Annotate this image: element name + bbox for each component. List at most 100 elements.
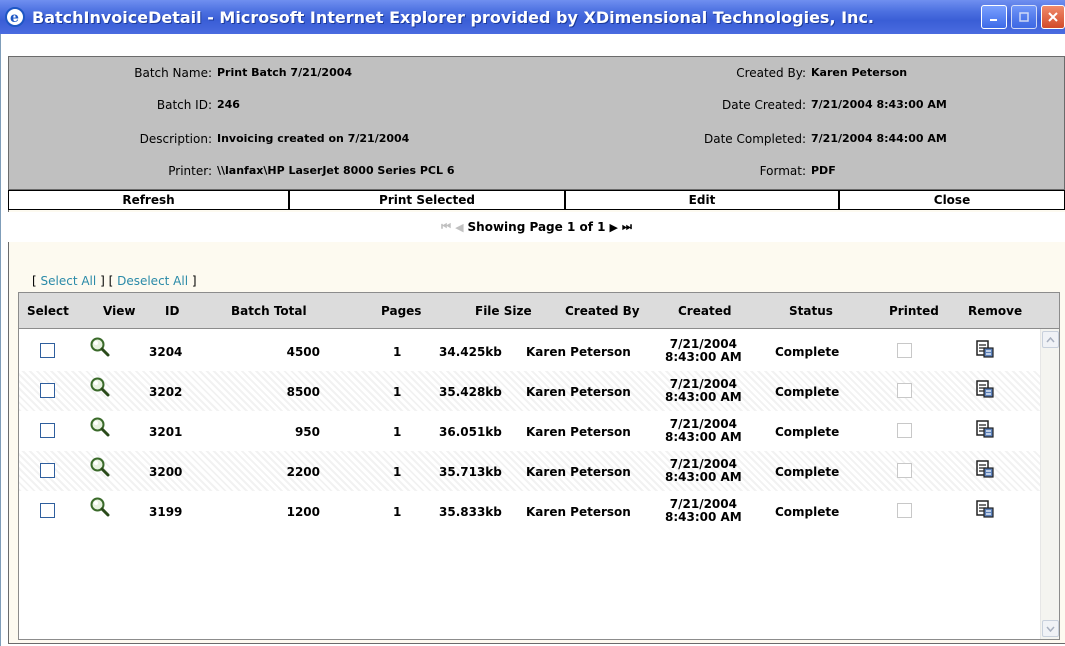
view-magnifier-icon <box>90 497 110 517</box>
row-id: 3199 <box>149 505 183 519</box>
close-window-button[interactable] <box>1041 5 1065 29</box>
column-header-id: ID <box>165 304 180 318</box>
bracket: ] <box>191 274 197 288</box>
row-id: 3201 <box>149 425 183 439</box>
table-row: 3200 2200 1 35.713kb Karen Peterson 7/21/2004… <box>19 451 1041 491</box>
magnifier-icon[interactable] <box>89 376 111 401</box>
select-checkbox[interactable] <box>40 503 55 518</box>
row-id: 3202 <box>149 385 183 399</box>
edit-button[interactable]: Edit <box>566 191 840 209</box>
date-created-label: Date Created: <box>721 98 806 112</box>
select-checkbox[interactable] <box>40 463 55 478</box>
remove-document-icon <box>976 340 994 358</box>
next-page-icon[interactable]: ▶ <box>609 221 617 234</box>
scroll-down-button[interactable] <box>1042 620 1059 637</box>
magnifier-icon[interactable] <box>89 336 111 361</box>
batch-name-label: Batch Name: <box>134 66 212 80</box>
description-label: Description: <box>139 132 212 146</box>
chevron-up-icon <box>1046 336 1055 342</box>
column-header-file-size: File Size <box>475 304 532 318</box>
print-selected-button[interactable]: Print Selected <box>290 191 566 209</box>
refresh-button[interactable]: Refresh <box>9 191 290 209</box>
row-created: 7/21/2004 8:43:00 AM <box>665 338 742 364</box>
minimize-button[interactable] <box>981 5 1007 29</box>
printed-checkbox <box>897 423 912 438</box>
row-status: Complete <box>775 345 840 359</box>
created-by-value: Karen Peterson <box>811 66 908 79</box>
close-button[interactable]: Close <box>840 191 1064 209</box>
magnifier-icon[interactable] <box>89 416 111 441</box>
row-created-by: Karen Peterson <box>526 385 631 399</box>
select-checkbox[interactable] <box>40 343 55 358</box>
remove-button[interactable] <box>975 459 995 482</box>
printer-label: Printer: <box>168 164 212 178</box>
remove-button[interactable] <box>975 419 995 442</box>
column-header-select: Select <box>27 304 69 318</box>
column-header-pages: Pages <box>381 304 422 318</box>
action-bar: Refresh Print Selected Edit Close <box>8 190 1065 210</box>
row-batch-total: 8500 <box>286 385 320 399</box>
grid-body: 3204 4500 1 34.425kb Karen Peterson 7/21/2004… <box>19 329 1041 639</box>
first-page-icon[interactable]: ⏮ <box>441 220 451 234</box>
view-magnifier-icon <box>90 377 110 397</box>
date-completed-value: 7/21/2004 8:44:00 AM <box>811 132 947 145</box>
printed-checkbox <box>897 503 912 518</box>
remove-button[interactable] <box>975 339 995 362</box>
row-created-time: 8:43:00 AM <box>665 470 742 484</box>
format-label: Format: <box>759 164 806 178</box>
remove-document-icon <box>976 380 994 398</box>
row-file-size: 35.833kb <box>439 505 502 519</box>
column-header-batch-total: Batch Total <box>231 304 307 318</box>
minimize-icon <box>990 19 997 21</box>
window-titlebar: e BatchInvoiceDetail - Microsoft Interne… <box>0 0 1065 34</box>
bracket: ] <box>100 274 105 288</box>
row-id: 3200 <box>149 465 183 479</box>
column-header-created: Created <box>678 304 732 318</box>
table-row: 3199 1200 1 35.833kb Karen Peterson 7/21/2004… <box>19 491 1041 531</box>
magnifier-icon[interactable] <box>89 456 111 481</box>
batch-name-value: Print Batch 7/21/2004 <box>217 66 353 79</box>
table-row: 3204 4500 1 34.425kb Karen Peterson 7/21/2004… <box>19 331 1041 371</box>
row-pages: 1 <box>393 505 402 519</box>
select-checkbox[interactable] <box>40 423 55 438</box>
row-pages: 1 <box>393 465 402 479</box>
description-value: Invoicing created on 7/21/2004 <box>217 132 410 145</box>
row-batch-total: 1200 <box>286 505 320 519</box>
row-batch-total: 4500 <box>286 345 320 359</box>
deselect-all-link[interactable]: Deselect All <box>117 274 188 288</box>
selection-links: [ Select All ] [ Deselect All ] <box>32 274 197 288</box>
invoice-grid: Select View ID Batch Total Pages File Si… <box>18 292 1060 640</box>
remove-document-icon <box>976 420 994 438</box>
svg-text:e: e <box>10 10 19 26</box>
row-status: Complete <box>775 425 840 439</box>
row-pages: 1 <box>393 385 402 399</box>
row-status: Complete <box>775 505 840 519</box>
scroll-up-button[interactable] <box>1042 331 1059 348</box>
previous-page-icon[interactable]: ◀ <box>455 221 463 234</box>
chevron-down-icon <box>1046 626 1055 632</box>
remove-button[interactable] <box>975 379 995 402</box>
internet-explorer-icon: e <box>5 7 25 27</box>
column-header-printed: Printed <box>889 304 939 318</box>
last-page-icon[interactable]: ⏭ <box>622 220 632 234</box>
maximize-button[interactable] <box>1011 5 1037 29</box>
date-completed-label: Date Completed: <box>704 132 806 146</box>
select-all-link[interactable]: Select All <box>41 274 97 288</box>
window-title: BatchInvoiceDetail - Microsoft Internet … <box>32 7 875 27</box>
printed-checkbox <box>897 343 912 358</box>
row-created-by: Karen Peterson <box>526 425 631 439</box>
vertical-scrollbar[interactable] <box>1040 329 1059 639</box>
row-created-by: Karen Peterson <box>526 505 631 519</box>
row-file-size: 36.051kb <box>439 425 502 439</box>
row-created: 7/21/2004 8:43:00 AM <box>665 378 742 404</box>
row-file-size: 35.713kb <box>439 465 502 479</box>
maximize-icon <box>1019 12 1029 22</box>
bracket: [ <box>108 274 114 288</box>
select-checkbox[interactable] <box>40 383 55 398</box>
magnifier-icon[interactable] <box>89 496 111 521</box>
remove-button[interactable] <box>975 499 995 522</box>
row-created-time: 8:43:00 AM <box>665 510 742 524</box>
row-status: Complete <box>775 465 840 479</box>
column-header-remove: Remove <box>968 304 1023 318</box>
batch-id-label: Batch ID: <box>156 98 212 112</box>
